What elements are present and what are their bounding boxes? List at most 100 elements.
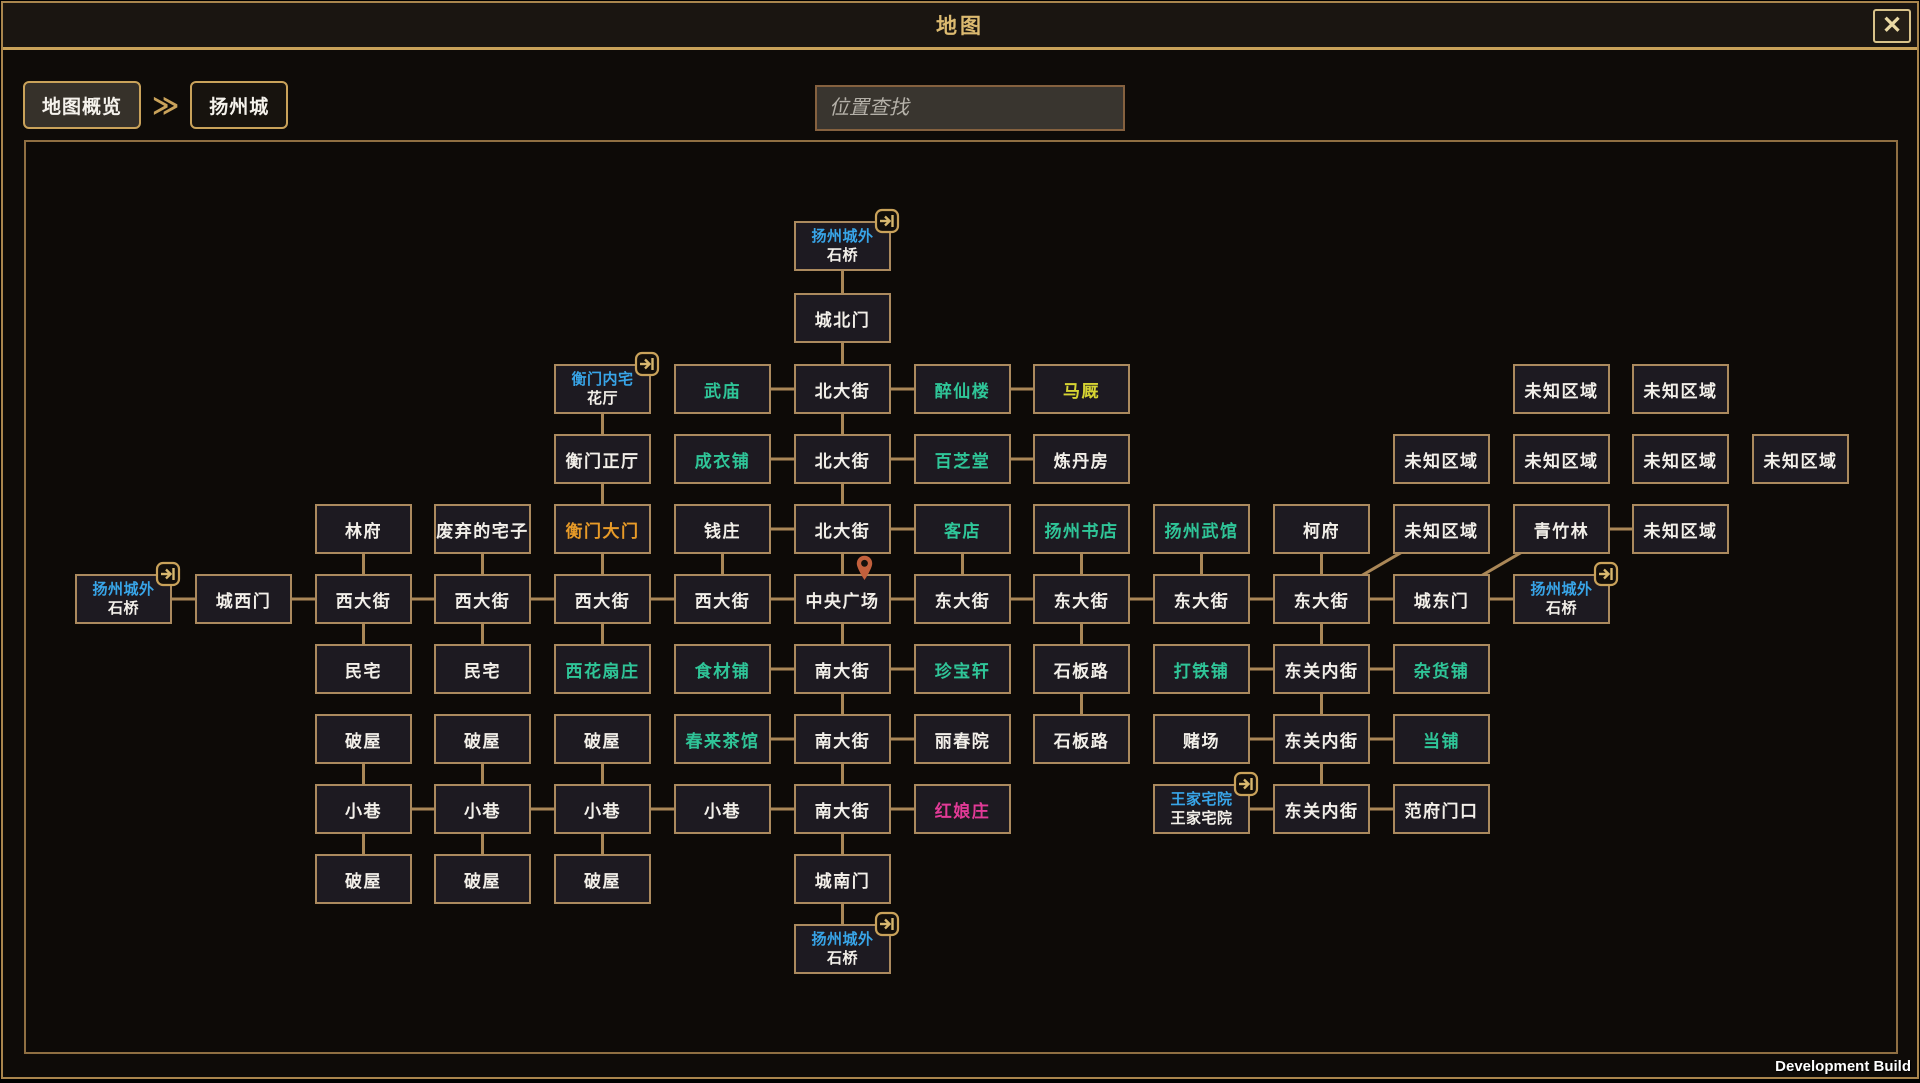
map-node-label: 扬州城外 [92,580,154,599]
breadcrumb-separator-icon: ≫ [152,90,179,121]
map-node-qianzhuang[interactable]: 钱庄 [674,504,771,554]
map-node-nandajie1[interactable]: 南大街 [794,644,891,694]
map-node-powu1[interactable]: 破屋 [315,714,412,764]
map-node-datiepu[interactable]: 打铁铺 [1153,644,1250,694]
map-node-label: 王家宅院 [1170,790,1232,809]
map-node-hengmen_damen[interactable]: 衡门大门 [554,504,651,554]
map-node-shibanlu1[interactable]: 石板路 [1033,644,1130,694]
map-node-dongdajie3[interactable]: 东大街 [1153,574,1250,624]
map-node-dongguan3[interactable]: 东关内街 [1273,784,1370,834]
map-node-unk_r3_c11[interactable]: 未知区域 [1393,434,1490,484]
map-node-chunlai[interactable]: 春来茶馆 [674,714,771,764]
map-node-liandanfang[interactable]: 炼丹房 [1033,434,1130,484]
map-node-dangpu[interactable]: 当铺 [1393,714,1490,764]
map-node-label: 炼丹房 [1054,447,1110,472]
map-node-xiaoxiang2[interactable]: 小巷 [434,784,531,834]
map-node-xidajie2[interactable]: 西大街 [434,574,531,624]
map-node-label: 扬州城外 [1530,580,1592,599]
map-node-fanfu[interactable]: 范府门口 [1393,784,1490,834]
map-node-dongdajie4[interactable]: 东大街 [1273,574,1370,624]
map-node-xidajie4[interactable]: 西大街 [674,574,771,624]
map-node-unk_r2_c13[interactable]: 未知区域 [1632,364,1729,414]
map-node-unk_r3_c12[interactable]: 未知区域 [1513,434,1610,484]
map-node-huating[interactable]: 衡门内宅花厅 [554,364,651,414]
map-node-label: 城西门 [216,587,272,612]
map-node-dongdajie2[interactable]: 东大街 [1033,574,1130,624]
map-node-minzhai2[interactable]: 民宅 [434,644,531,694]
search-input[interactable] [815,85,1125,131]
map-node-powu4[interactable]: 破屋 [315,854,412,904]
map-node-xidajie3[interactable]: 西大街 [554,574,651,624]
map-node-label: 未知区域 [1405,447,1479,472]
map-node-qingzhulin[interactable]: 青竹林 [1513,504,1610,554]
map-node-chengyipu[interactable]: 成衣铺 [674,434,771,484]
map-node-dongdajie1[interactable]: 东大街 [914,574,1011,624]
map-node-guangchang[interactable]: 中央广场 [794,574,891,624]
map-node-beidajie1[interactable]: 北大街 [794,364,891,414]
map-node-lichunyuan[interactable]: 丽春院 [914,714,1011,764]
map-node-dongguan1[interactable]: 东关内街 [1273,644,1370,694]
map-node-linfu[interactable]: 林府 [315,504,412,554]
map-node-shudian[interactable]: 扬州书店 [1033,504,1130,554]
breadcrumb-item-map-overview[interactable]: 地图概览 [23,81,141,129]
map-node-powu3[interactable]: 破屋 [554,714,651,764]
map-node-shicaipu[interactable]: 食材铺 [674,644,771,694]
map-node-wuguan[interactable]: 扬州武馆 [1153,504,1250,554]
map-node-chengximen[interactable]: 城西门 [195,574,292,624]
map-node-label: 未知区域 [1764,447,1838,472]
map-node-chengnanmen[interactable]: 城南门 [794,854,891,904]
map-node-zuixianlou[interactable]: 醉仙楼 [914,364,1011,414]
map-node-bridge_e[interactable]: 扬州城外石桥 [1513,574,1610,624]
map-node-wangjia[interactable]: 王家宅院王家宅院 [1153,784,1250,834]
map-node-beidajie3[interactable]: 北大街 [794,504,891,554]
map-node-shibanlu2[interactable]: 石板路 [1033,714,1130,764]
map-node-bridge_s[interactable]: 扬州城外石桥 [794,924,891,974]
map-node-zhenbaoxuan[interactable]: 珍宝轩 [914,644,1011,694]
map-node-label: 百芝堂 [935,447,991,472]
map-node-label: 西大街 [336,587,392,612]
map-node-label: 中央广场 [806,587,880,612]
map-node-beidajie2[interactable]: 北大街 [794,434,891,484]
map-node-unk_r2_c12[interactable]: 未知区域 [1513,364,1610,414]
map-node-dongguan2[interactable]: 东关内街 [1273,714,1370,764]
map-node-duchang[interactable]: 赌场 [1153,714,1250,764]
breadcrumb-item-yangzhou-city[interactable]: 扬州城 [190,81,288,129]
map-node-majiu[interactable]: 马厩 [1033,364,1130,414]
map-node-label: 石桥 [827,246,858,265]
map-node-label: 石桥 [108,599,139,618]
map-node-hengmen_zhengting[interactable]: 衡门正厅 [554,434,651,484]
map-node-xiaoxiang1[interactable]: 小巷 [315,784,412,834]
map-node-xidajie1[interactable]: 西大街 [315,574,412,624]
map-node-unk_r3_c14[interactable]: 未知区域 [1752,434,1849,484]
map-node-powu6[interactable]: 破屋 [554,854,651,904]
map-node-chengdongmen[interactable]: 城东门 [1393,574,1490,624]
map-node-unk_r4_c11[interactable]: 未知区域 [1393,504,1490,554]
map-node-bridge_n[interactable]: 扬州城外石桥 [794,221,891,271]
map-node-unk_r3_c13[interactable]: 未知区域 [1632,434,1729,484]
map-node-zahuopu[interactable]: 杂货铺 [1393,644,1490,694]
map-node-kedian[interactable]: 客店 [914,504,1011,554]
map-node-label: 破屋 [345,727,382,752]
map-node-xiaoxiang4[interactable]: 小巷 [674,784,771,834]
map-node-label: 成衣铺 [695,447,751,472]
map-node-feizhai[interactable]: 废弃的宅子 [434,504,531,554]
map-node-kefu[interactable]: 柯府 [1273,504,1370,554]
map-node-xihuashanzhuang[interactable]: 西花扇庄 [554,644,651,694]
map-node-hongniangzhuang[interactable]: 红娘庄 [914,784,1011,834]
map-node-bridge_w[interactable]: 扬州城外石桥 [75,574,172,624]
map-node-label: 破屋 [584,727,621,752]
map-node-wumiao[interactable]: 武庙 [674,364,771,414]
map-node-baizhitang[interactable]: 百芝堂 [914,434,1011,484]
close-button[interactable]: ✕ [1873,9,1911,43]
map-node-nandajie2[interactable]: 南大街 [794,714,891,764]
map-node-powu2[interactable]: 破屋 [434,714,531,764]
map-node-xiaoxiang3[interactable]: 小巷 [554,784,651,834]
map-node-chengbeimen[interactable]: 城北门 [794,293,891,343]
map-node-label: 马厩 [1063,377,1100,402]
map-node-minzhai1[interactable]: 民宅 [315,644,412,694]
map-node-unk_r4_c13[interactable]: 未知区域 [1632,504,1729,554]
close-icon: ✕ [1882,14,1902,38]
map-node-powu5[interactable]: 破屋 [434,854,531,904]
exit-icon [1233,771,1259,797]
map-node-nandajie3[interactable]: 南大街 [794,784,891,834]
